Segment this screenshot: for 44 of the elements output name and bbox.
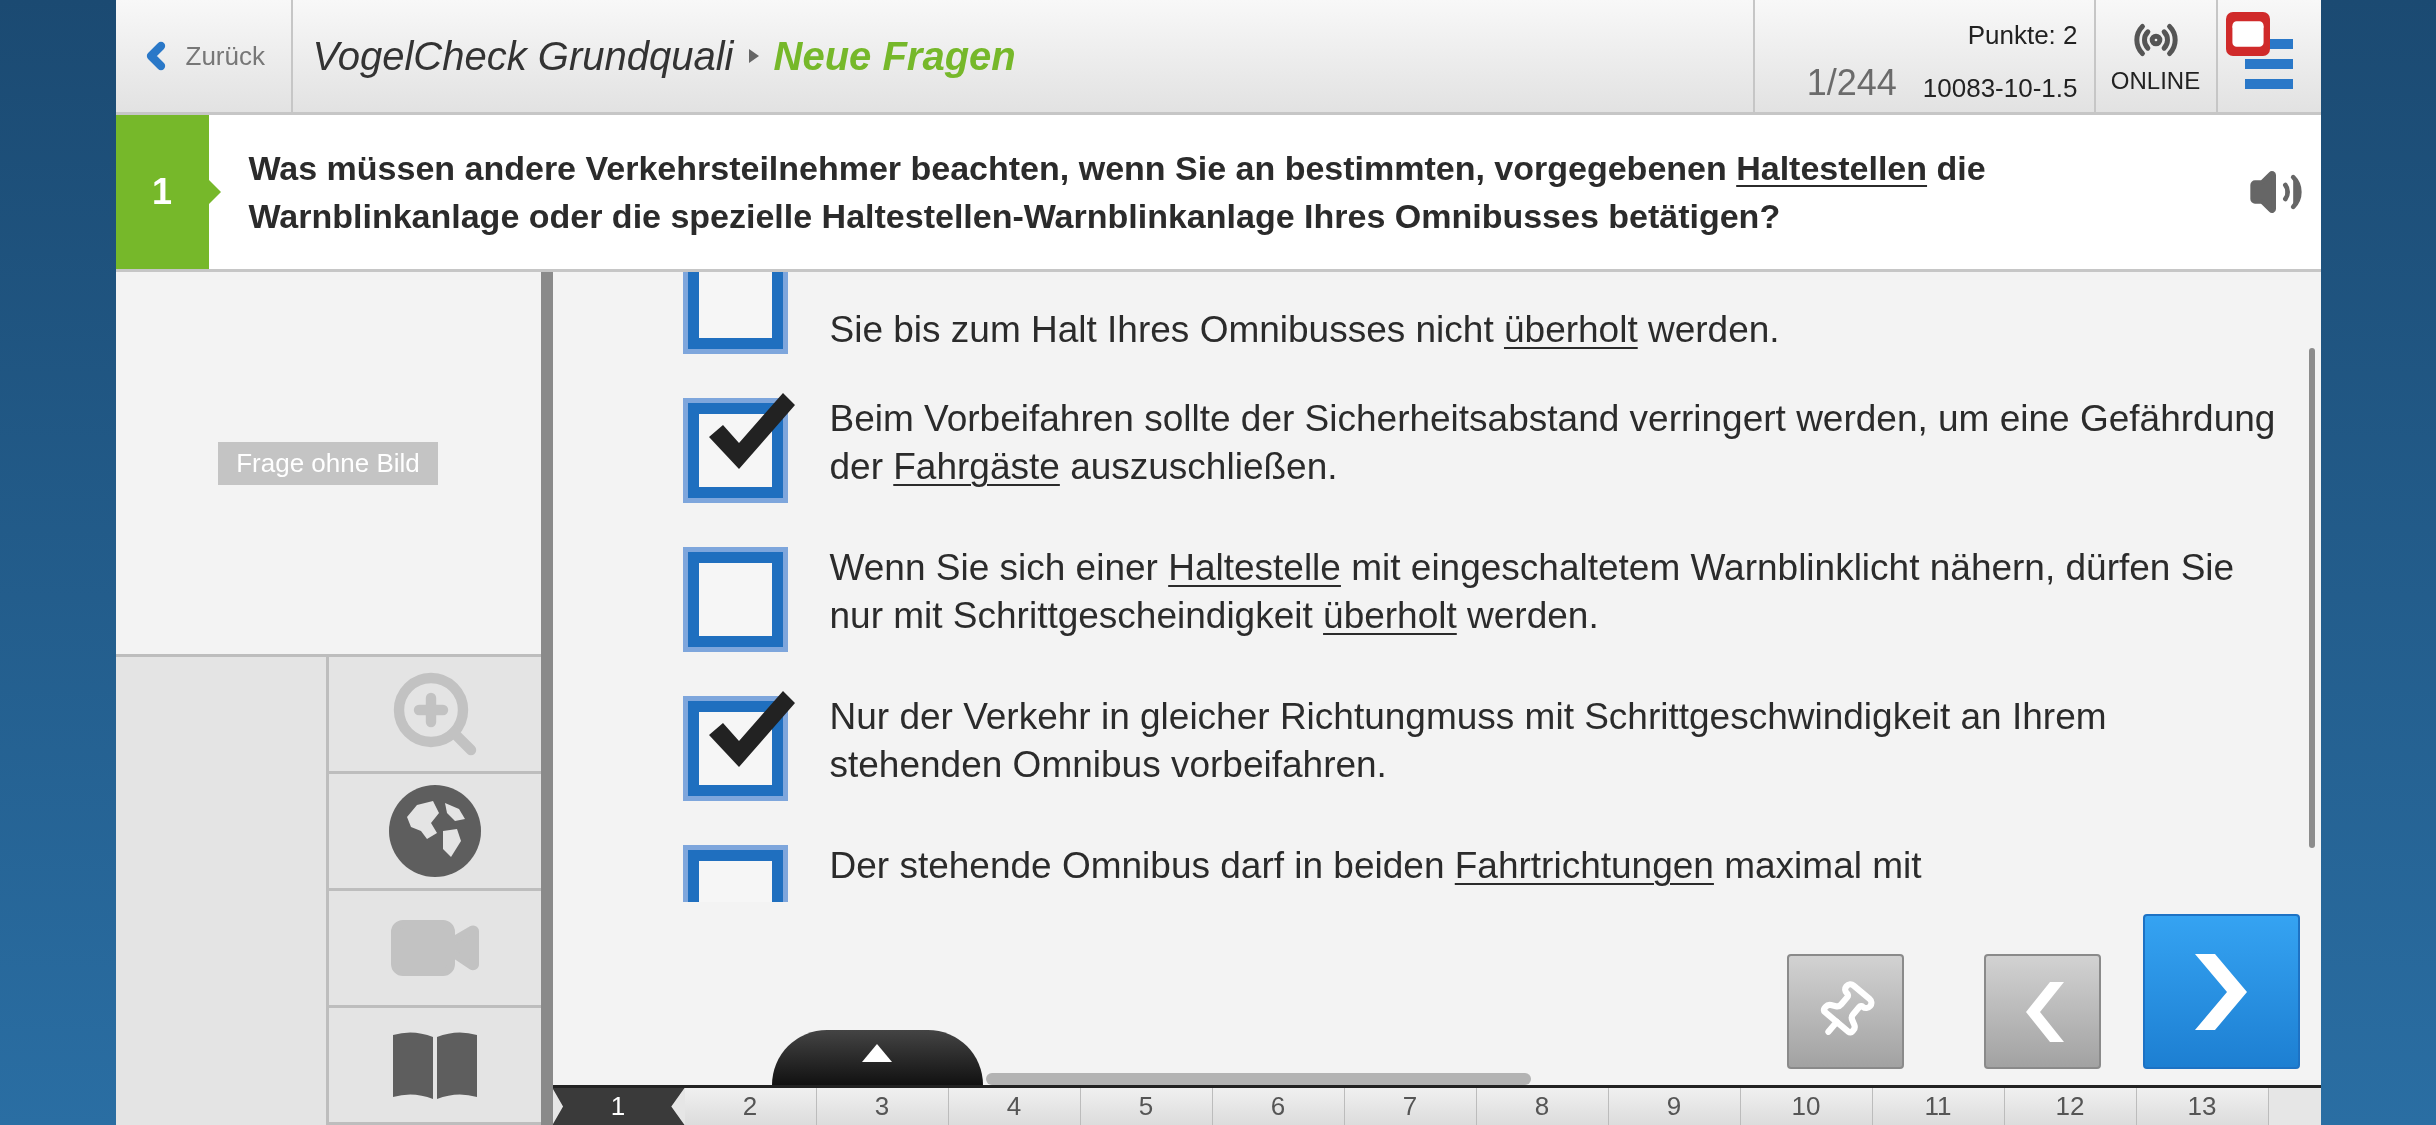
breadcrumb-item[interactable]: VogelCheck Grundquali — [312, 33, 734, 79]
underlined-link[interactable]: überholt — [1323, 595, 1457, 636]
next-button[interactable] — [2142, 914, 2300, 1069]
page-number[interactable]: 10 — [1740, 1088, 1873, 1125]
page-number[interactable]: 12 — [2004, 1088, 2137, 1125]
page-number[interactable]: 1 — [552, 1088, 685, 1125]
underlined-link[interactable]: Haltestellen — [1736, 149, 1928, 187]
question-id: 10083-10-1.5 — [1922, 73, 2078, 104]
page-number[interactable]: 5 — [1080, 1088, 1213, 1125]
question-number: 1 — [115, 115, 209, 269]
answer-text: Wenn Sie sich einer Haltestelle mit eingeschaltetem Warnblinklicht nähern, dürfen Sie nur mit Schrittgescheindigkeit überholt werden. — [829, 546, 2236, 638]
prev-button[interactable] — [1983, 954, 2101, 1069]
answer-text: Beim Vorbeifahren sollte der Sicherheitsabstand verringert werden, um eine Gefährdung der Fahrgäste auszuschließen. — [829, 397, 2277, 489]
page-number[interactable]: 3 — [816, 1088, 949, 1125]
page-number[interactable]: 9 — [1608, 1088, 1741, 1125]
connection-status: ONLINE — [2110, 67, 2201, 95]
underlined-link[interactable]: Haltestelle — [1168, 547, 1341, 588]
mail-badge[interactable] — [2225, 12, 2270, 56]
page-number[interactable]: 4 — [948, 1088, 1081, 1125]
breadcrumb-arrow-icon — [747, 48, 760, 64]
globe-icon — [386, 783, 483, 879]
scrollbar[interactable] — [2308, 348, 2315, 848]
question-text: Was müssen andere Verkehrsteilnehmer beachten, wenn Sie an bestimmten, vorgegebenen Haltestellen die Warnblinkanlage oder die spezielle Haltestellen-Warnblinkanlage Ihres Omnibusses betätigen? — [247, 148, 1987, 237]
page-number[interactable]: 7 — [1344, 1088, 1477, 1125]
page-number[interactable]: 8 — [1476, 1088, 1609, 1125]
page-number[interactable]: 6 — [1212, 1088, 1345, 1125]
book-icon — [390, 1029, 479, 1101]
progress-counter: 1/244 — [1806, 62, 1897, 104]
no-image-label: Frage ohne Bild — [218, 441, 438, 485]
points-label: Punkte: 2 — [1966, 19, 2078, 51]
answer-text: Sie bis zum Halt Ihres Omnibusses nicht überholt werden. — [829, 308, 1781, 352]
pager-scrollbar[interactable] — [985, 1073, 1531, 1085]
underlined-link[interactable]: Fahrgäste — [893, 446, 1060, 487]
underlined-link[interactable]: Fahrtrichtungen — [1454, 845, 1714, 886]
answer-text: Nur der Verkehr in gleicher Richtungmuss mit Schrittgeschwindigkeit an Ihrem stehenden Omnibus vorbeifahren. — [829, 695, 2108, 787]
answer-text: Der stehende Omnibus darf in beiden Fahrtrichtungen maximal mit — [829, 844, 1923, 888]
pin-button[interactable] — [1786, 954, 1904, 1069]
pointer-arrow-icon — [208, 180, 221, 204]
chevron-right-icon — [2193, 951, 2249, 1032]
page-number[interactable]: 13 — [2136, 1088, 2269, 1125]
page-number[interactable]: 2 — [684, 1088, 817, 1125]
page-number[interactable]: 11 — [1872, 1088, 2005, 1125]
underlined-link[interactable]: überholt — [1504, 309, 1638, 350]
back-button[interactable]: Zurück — [115, 0, 293, 112]
